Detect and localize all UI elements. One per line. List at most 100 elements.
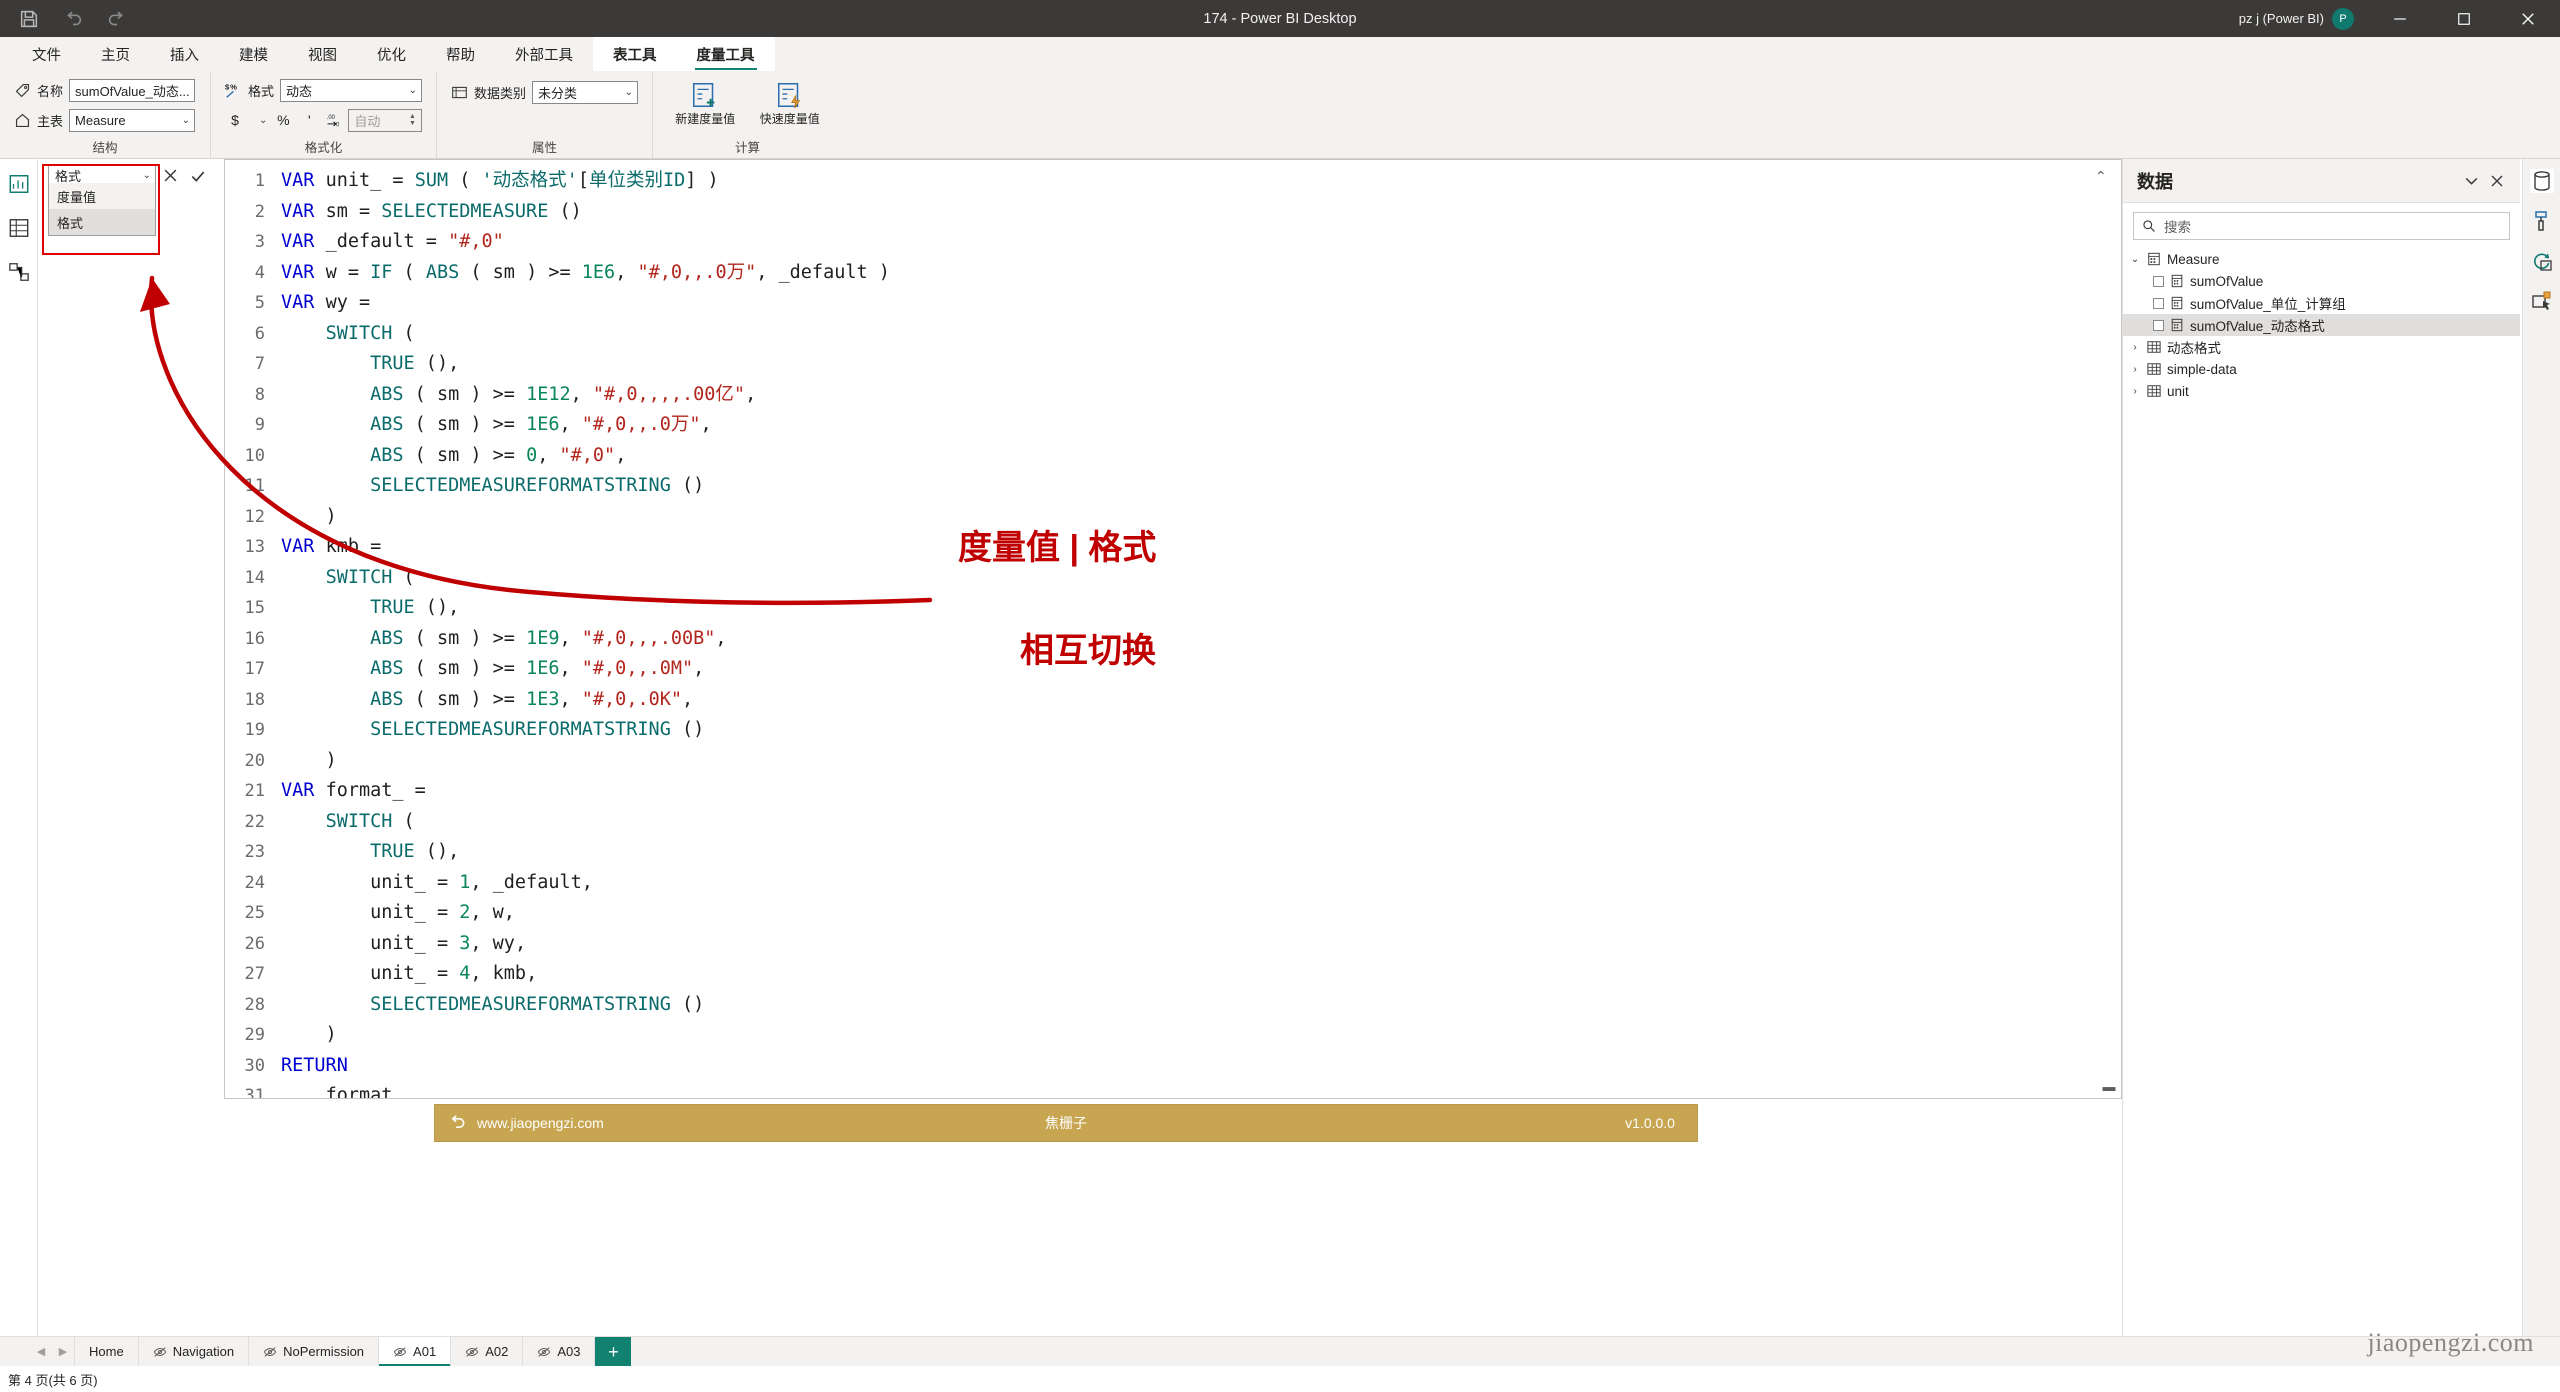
account-name[interactable]: pz j (Power BI) — [2239, 11, 2332, 26]
page-nav-next[interactable]: ▶ — [52, 1337, 74, 1366]
page-nav-prev[interactable]: ◀ — [30, 1337, 52, 1366]
tree-measure-node[interactable]: sumOfValue — [2123, 270, 2520, 292]
name-label: 名称 — [37, 81, 63, 100]
dropdown-option-measure[interactable]: 度量值 — [49, 183, 155, 209]
dax-line-number: 1 — [225, 166, 265, 197]
dax-token: ABS — [370, 658, 403, 679]
dax-token: = — [348, 292, 370, 313]
data-pane-search[interactable]: 搜索 — [2133, 212, 2510, 240]
tree-table-node[interactable]: › 动态格式 — [2123, 336, 2520, 358]
currency-button[interactable]: $ — [225, 109, 245, 131]
dax-line-number: 26 — [225, 929, 265, 960]
measure-name-input[interactable]: sumOfValue_动态... — [69, 79, 195, 102]
watermark-site-link[interactable]: www.jiaopengzi.com — [477, 1115, 604, 1131]
ribbon-tab-table-tools[interactable]: 表工具 — [593, 37, 677, 71]
dax-formula-editor[interactable]: 1VAR unit_ = SUM ( '动态格式'[单位类别ID] )2VAR … — [224, 159, 2122, 1099]
chevron-right-icon[interactable]: › — [2129, 364, 2141, 375]
ribbon-tab-help[interactable]: 帮助 — [426, 37, 495, 71]
dax-token: TRUE — [370, 597, 415, 618]
format-label: 格式 — [248, 81, 274, 100]
ribbon-tab-insert[interactable]: 插入 — [150, 37, 219, 71]
dax-line-number: 5 — [225, 288, 265, 319]
thousands-separator-button[interactable]: ' — [299, 109, 319, 131]
format-paint-icon[interactable] — [2530, 209, 2554, 233]
decimal-places-input[interactable]: 自动 ▲▼ — [348, 109, 422, 132]
maximize-button[interactable] — [2432, 0, 2496, 37]
add-page-button[interactable]: + — [595, 1337, 631, 1366]
refresh-visual-icon[interactable] — [2530, 249, 2554, 273]
chevron-down-icon[interactable]: ⌄ — [2129, 254, 2141, 265]
page-tab-a01[interactable]: A01 — [378, 1337, 450, 1366]
report-view-icon[interactable] — [8, 173, 30, 195]
page-tab-nopermission[interactable]: NoPermission — [248, 1337, 378, 1366]
tree-measure-node[interactable]: sumOfValue_动态格式 — [2123, 314, 2520, 336]
ribbon-tab-home[interactable]: 主页 — [81, 37, 150, 71]
spinner-icon[interactable]: ▲▼ — [409, 113, 416, 127]
select-object-icon[interactable] — [2530, 289, 2554, 313]
ribbon-body: 名称 sumOfValue_动态... 主表 Measure ⌄ 结构 $ — [0, 71, 2560, 159]
undo-icon[interactable] — [62, 8, 84, 30]
save-icon[interactable] — [18, 8, 40, 30]
field-checkbox[interactable] — [2153, 276, 2164, 287]
dax-token — [281, 323, 326, 344]
format-select[interactable]: 动态 ⌄ — [280, 79, 422, 102]
field-checkbox[interactable] — [2153, 320, 2164, 331]
apply-edit-button[interactable] — [184, 163, 212, 189]
ribbon-tab-view[interactable]: 视图 — [288, 37, 357, 71]
page-tab-a03[interactable]: A03 — [522, 1337, 595, 1366]
editor-scroll-down-icon[interactable]: ▬ — [2101, 1078, 2117, 1094]
dax-token: 2 — [459, 902, 470, 923]
dax-token: () — [671, 719, 704, 740]
ribbon-tab-file[interactable]: 文件 — [12, 37, 81, 71]
formula-target-dropdown[interactable]: 度量值 格式 — [48, 183, 156, 236]
dax-token: ( — [459, 262, 492, 283]
tree-node-label: Measure — [2167, 252, 2220, 267]
tree-table-node[interactable]: ›simple-data — [2123, 358, 2520, 380]
table-view-icon[interactable] — [8, 217, 30, 239]
ribbon-tab-modeling[interactable]: 建模 — [219, 37, 288, 71]
avatar[interactable]: P — [2332, 8, 2354, 30]
dropdown-option-format[interactable]: 格式 — [49, 209, 155, 235]
cancel-edit-button[interactable] — [156, 163, 184, 189]
chevron-right-icon[interactable]: › — [2129, 342, 2141, 353]
collapse-pane-button[interactable] — [2458, 168, 2484, 194]
tree-node-label: sumOfValue — [2190, 274, 2263, 289]
close-pane-button[interactable] — [2484, 168, 2510, 194]
ribbon-tab-measure-tools[interactable]: 度量工具 — [677, 37, 775, 71]
dax-code[interactable]: 1VAR unit_ = SUM ( '动态格式'[单位类别ID] )2VAR … — [225, 160, 2121, 1099]
dax-line-number: 21 — [225, 776, 265, 807]
data-pane-tree[interactable]: ⌄ Measure sumOfValue sumOfValue_单位_计算组sumOf… — [2123, 248, 2520, 402]
dax-token: , — [745, 384, 756, 405]
chevron-right-icon[interactable]: › — [2129, 386, 2141, 397]
data-category-select[interactable]: 未分类 ⌄ — [532, 81, 638, 104]
chevron-down-icon[interactable]: ⌄ — [259, 115, 267, 126]
dax-line: 5VAR wy = — [225, 288, 2121, 319]
tree-measure-node[interactable]: sumOfValue_单位_计算组 — [2123, 292, 2520, 314]
close-button[interactable] — [2496, 0, 2560, 37]
data-model-icon[interactable] — [2530, 169, 2554, 193]
collapse-pane-icon[interactable]: ⌃ — [2095, 168, 2107, 185]
tree-node-label: sumOfValue_动态格式 — [2190, 315, 2325, 335]
page-tab-navigation[interactable]: Navigation — [138, 1337, 248, 1366]
percent-button[interactable]: % — [273, 109, 293, 131]
minimize-button[interactable] — [2368, 0, 2432, 37]
dax-token — [281, 902, 370, 923]
tag-icon — [14, 82, 31, 99]
tree-table-node[interactable]: ›unit — [2123, 380, 2520, 402]
redo-icon[interactable] — [106, 8, 128, 30]
ribbon-tab-optimize[interactable]: 优化 — [357, 37, 426, 71]
page-tab-a02[interactable]: A02 — [450, 1337, 522, 1366]
home-table-select[interactable]: Measure ⌄ — [69, 109, 195, 132]
dax-token: 0 — [526, 445, 537, 466]
dax-token: = — [426, 963, 459, 984]
dax-token: , — [470, 963, 492, 984]
field-checkbox[interactable] — [2153, 298, 2164, 309]
tree-node-label: 动态格式 — [2167, 337, 2221, 357]
model-view-icon[interactable] — [8, 261, 30, 283]
ribbon-tab-external-tools[interactable]: 外部工具 — [495, 37, 593, 71]
tree-table-node[interactable]: ⌄ Measure — [2123, 248, 2520, 270]
page-tab-home[interactable]: Home — [74, 1337, 138, 1366]
decimal-places-icon[interactable]: .00 0 — [325, 112, 342, 129]
dax-token: ( — [392, 811, 414, 832]
window-title: 174 - Power BI Desktop — [0, 11, 2560, 27]
